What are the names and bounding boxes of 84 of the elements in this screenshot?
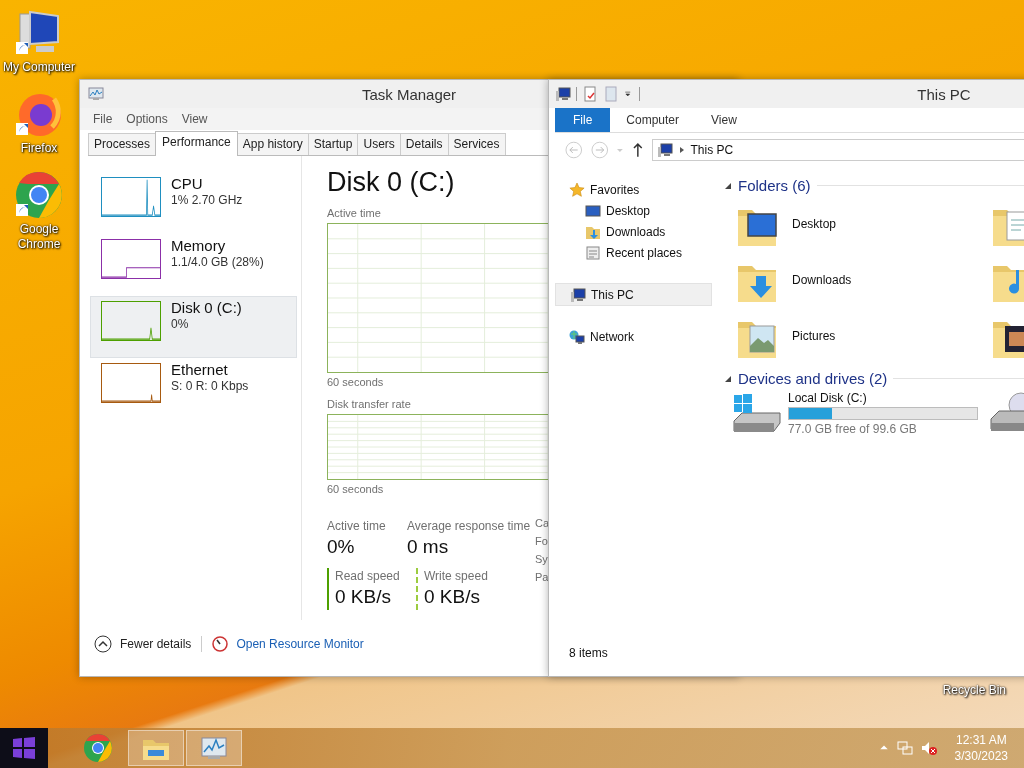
resource-item[interactable]: Disk 0 (C:) 0% bbox=[90, 296, 297, 358]
nav-item[interactable]: Desktop bbox=[555, 200, 712, 221]
chevron-icon[interactable] bbox=[678, 146, 685, 154]
stat-value: 0 ms bbox=[407, 535, 450, 559]
item-count: 8 items bbox=[568, 646, 609, 662]
group-heading[interactable]: Folders (6) bbox=[738, 177, 811, 194]
stat-label: Sy bbox=[535, 552, 549, 567]
resource-name: CPU bbox=[171, 175, 204, 193]
chart-label: Active time bbox=[327, 206, 382, 220]
menu-item[interactable]: Options bbox=[119, 112, 175, 126]
stat-label: Pa bbox=[535, 570, 550, 585]
chrome-shortcut-icon[interactable] bbox=[14, 170, 64, 220]
four-squares-icon bbox=[12, 736, 36, 760]
stat-label: Ca bbox=[535, 516, 550, 531]
start-button[interactable] bbox=[0, 728, 48, 768]
nav-item[interactable]: Downloads bbox=[555, 221, 712, 242]
resource-item[interactable]: Ethernet S: 0 R: 0 Kbps bbox=[90, 358, 297, 420]
panel-title: Disk 0 (C:) bbox=[327, 166, 456, 198]
folder-item[interactable]: Desktop bbox=[734, 200, 989, 248]
stat-label: Active time bbox=[327, 518, 387, 534]
nav-item[interactable]: Favorites bbox=[555, 179, 712, 200]
fewer-details-button[interactable]: Fewer details bbox=[120, 637, 192, 651]
group-heading[interactable]: Devices and drives (2) bbox=[738, 370, 888, 387]
stat-value: 0 KB/s bbox=[335, 585, 392, 609]
star-icon bbox=[569, 181, 585, 198]
gauge-icon bbox=[212, 636, 229, 652]
folder-item[interactable]: Pictures bbox=[734, 312, 989, 360]
volume-muted-icon[interactable] bbox=[920, 740, 937, 756]
resource-detail: S: 0 R: 0 Kbps bbox=[171, 379, 249, 393]
open-resource-monitor-link[interactable]: Open Resource Monitor bbox=[236, 637, 364, 651]
resource-detail: 0% bbox=[171, 317, 190, 331]
tab[interactable]: Users bbox=[357, 133, 401, 155]
resource-name: Disk 0 (C:) bbox=[171, 299, 242, 317]
time-axis-label: 60 seconds bbox=[327, 375, 385, 389]
nav-item[interactable]: This PC bbox=[555, 283, 712, 306]
computer-icon[interactable] bbox=[555, 86, 571, 102]
collapse-icon[interactable] bbox=[94, 635, 112, 653]
up-arrow-icon[interactable] bbox=[631, 142, 644, 158]
resource-item[interactable]: CPU 1% 2.70 GHz bbox=[90, 172, 297, 234]
tab[interactable]: App history bbox=[236, 133, 309, 155]
pc-icon bbox=[570, 286, 586, 303]
network-icon[interactable] bbox=[896, 740, 913, 756]
resource-item[interactable]: Memory 1.1/4.0 GB (28%) bbox=[90, 234, 297, 296]
address-bar[interactable]: This PC bbox=[651, 139, 1024, 161]
tab[interactable]: Performance bbox=[155, 131, 238, 156]
tab[interactable]: Services bbox=[447, 133, 506, 155]
window-title: This PC bbox=[917, 86, 971, 103]
computer-icon bbox=[656, 142, 673, 158]
ribbon-tab[interactable]: View bbox=[695, 108, 753, 132]
screen-icon bbox=[585, 202, 601, 219]
free-space-text: 77.0 GB free of 99.6 GB bbox=[788, 422, 918, 436]
collapse-icon[interactable] bbox=[724, 181, 732, 190]
drive-name[interactable]: Local Disk (C:) bbox=[788, 391, 978, 405]
stat-label: Write speed bbox=[424, 568, 489, 584]
chart-label: Disk transfer rate bbox=[327, 397, 412, 411]
tab[interactable]: Startup bbox=[307, 133, 359, 155]
stat-label: Average response time bbox=[407, 518, 532, 534]
document-icon bbox=[585, 244, 601, 261]
resource-name: Ethernet bbox=[171, 361, 229, 379]
collapse-icon[interactable] bbox=[724, 374, 732, 383]
menu-item[interactable]: File bbox=[86, 112, 120, 126]
resource-detail: 1% 2.70 GHz bbox=[171, 193, 243, 207]
resource-detail: 1.1/4.0 GB (28%) bbox=[171, 255, 264, 269]
file-explorer-taskbar-button[interactable] bbox=[128, 730, 184, 766]
chrome-icon bbox=[82, 732, 114, 764]
resource-name: Memory bbox=[171, 237, 227, 255]
task-manager-icon bbox=[88, 87, 104, 101]
folder-item[interactable]: Downloads bbox=[734, 256, 989, 304]
network-icon bbox=[569, 328, 585, 345]
stat-label: Fo bbox=[535, 534, 549, 549]
window-title: Task Manager bbox=[361, 86, 457, 103]
stat-label: Read speed bbox=[335, 568, 401, 584]
task-manager-taskbar-button[interactable] bbox=[186, 730, 242, 766]
tab[interactable]: Details bbox=[399, 133, 449, 155]
stat-value: 0 KB/s bbox=[424, 585, 481, 609]
ribbon-tab[interactable]: File bbox=[555, 108, 611, 132]
nav-item[interactable]: Recent places bbox=[555, 242, 712, 263]
properties-icon[interactable] bbox=[582, 86, 598, 102]
tab[interactable]: Processes bbox=[88, 133, 157, 155]
stat-value: 0% bbox=[327, 535, 356, 559]
time-axis-label: 60 seconds bbox=[327, 482, 385, 496]
ribbon-tab[interactable]: Computer bbox=[610, 108, 696, 132]
nav-item[interactable]: Network bbox=[555, 326, 712, 347]
menu-item[interactable]: View bbox=[174, 112, 215, 126]
